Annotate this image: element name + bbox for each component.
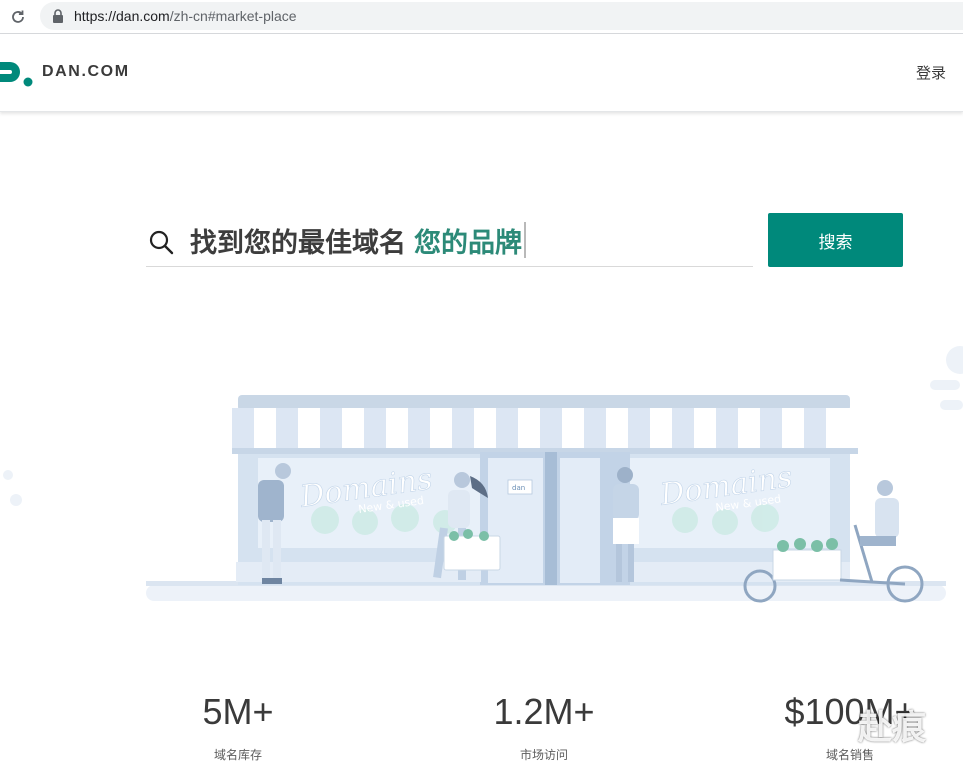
search-button[interactable]: 搜索 — [768, 213, 903, 267]
url-path: /zh-cn#market-place — [169, 8, 297, 24]
url-host: https://dan.com — [74, 8, 170, 24]
door-tag-text: dan — [512, 484, 525, 492]
search-icon — [149, 230, 174, 255]
stat-sales-label: 域名销售 — [825, 748, 874, 762]
url-text: https://dan.com/zh-cn#market-place — [74, 8, 297, 24]
search-typed-text: 您的品牌 — [414, 227, 522, 258]
awning — [232, 408, 858, 454]
logo-text: DAN.COM — [42, 63, 130, 80]
search-input[interactable]: 找到您的最佳域名 您的品牌 — [190, 221, 526, 259]
stat-sales-value: $100M+ — [784, 691, 916, 732]
ground — [146, 585, 946, 601]
site-header: DAN.COM 登录 — [0, 34, 963, 112]
storefront-illustration: Domains New & used Domains New & used da… — [3, 346, 963, 603]
stat-visits-value: 1.2M+ — [493, 691, 595, 732]
door-pillar — [545, 452, 557, 585]
stat-inventory: 5M+ 域名库存 — [118, 690, 358, 763]
address-bar[interactable]: https://dan.com/zh-cn#market-place — [40, 2, 963, 30]
dan-logo-icon — [0, 62, 33, 87]
reload-button[interactable] — [6, 5, 30, 29]
text-caret — [524, 222, 526, 258]
login-link[interactable]: 登录 — [916, 62, 946, 83]
search-box: 找到您的最佳域名 您的品牌 — [146, 213, 753, 267]
stat-visits: 1.2M+ 市场访问 — [424, 690, 664, 763]
stat-inventory-label: 域名库存 — [213, 748, 262, 762]
reload-icon — [12, 10, 24, 23]
door-glass-right — [560, 458, 600, 583]
stat-inventory-value: 5M+ — [202, 691, 274, 732]
search-prompt-text: 找到您的最佳域名 — [190, 227, 406, 258]
watermark: 赴痕 — [858, 709, 926, 747]
lock-icon — [53, 9, 63, 23]
dan-logo[interactable]: DAN.COM — [0, 54, 130, 90]
stat-sales: $100M+ 域名销售 — [730, 690, 963, 763]
browser-toolbar: https://dan.com/zh-cn#market-place — [0, 0, 963, 34]
stat-visits-label: 市场访问 — [519, 748, 568, 762]
